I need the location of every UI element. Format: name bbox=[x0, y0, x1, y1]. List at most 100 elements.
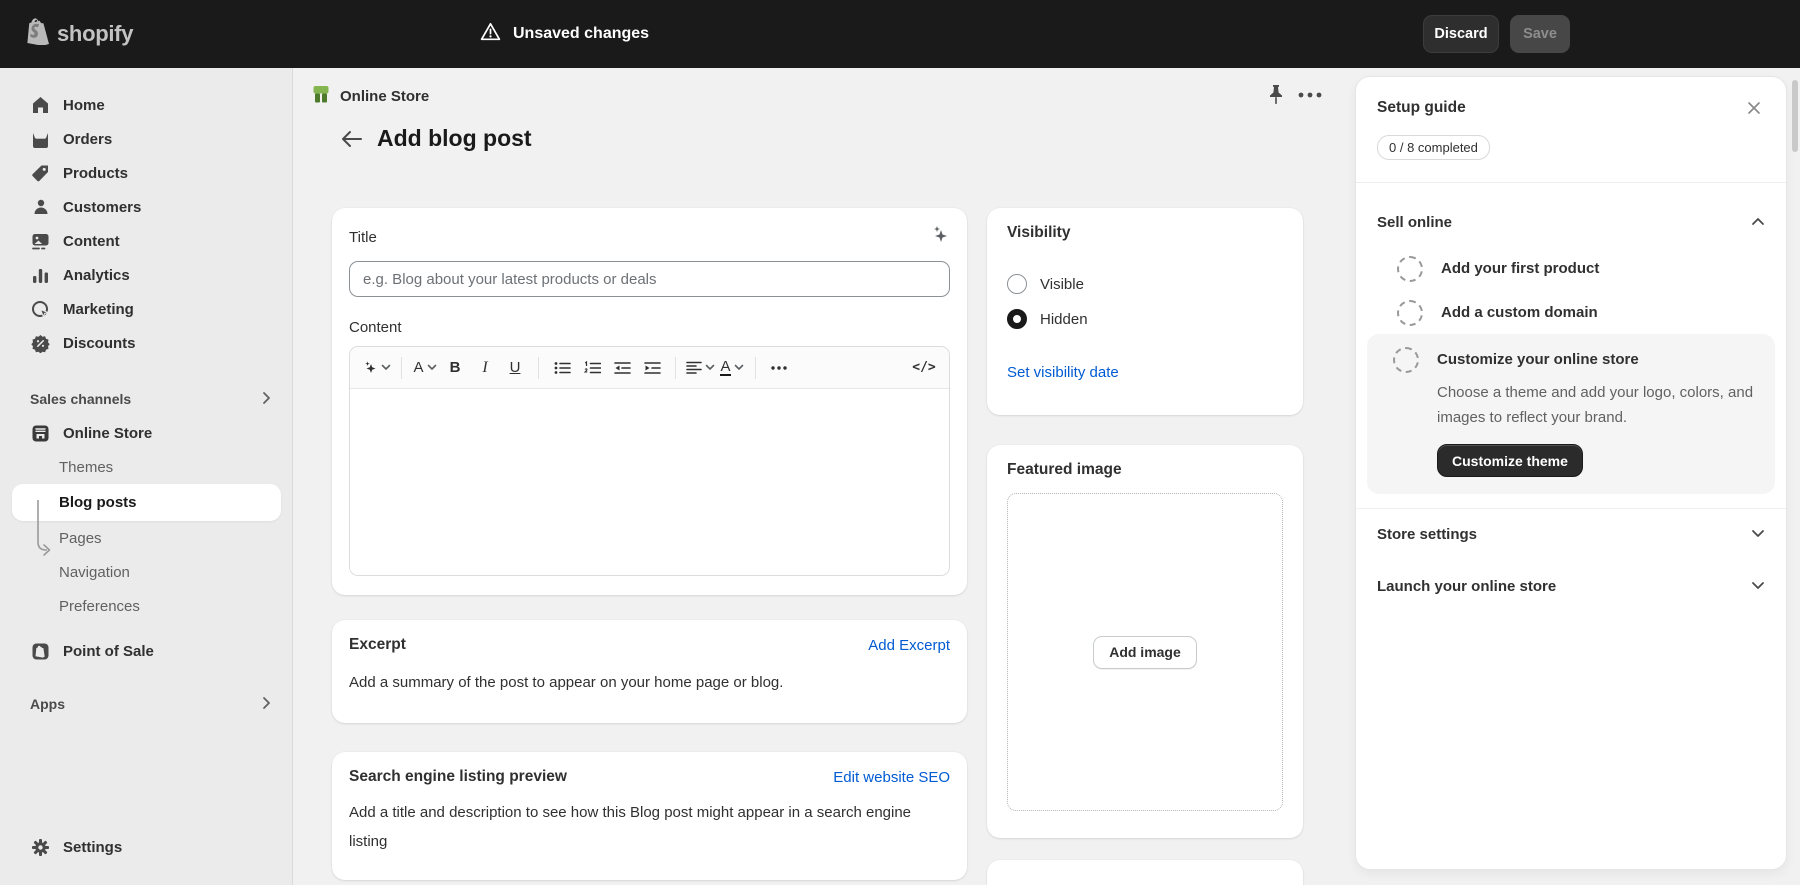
radio-unchecked-icon bbox=[1007, 274, 1027, 294]
sales-channels-header[interactable]: Sales channels bbox=[12, 388, 281, 410]
storefront-icon bbox=[30, 423, 51, 444]
store-settings-section-header[interactable]: Store settings bbox=[1377, 525, 1765, 543]
topbar: shopify Unsaved changes Discard Save bbox=[0, 0, 1800, 68]
sell-online-section-header[interactable]: Sell online bbox=[1377, 213, 1765, 231]
sidebar-item-customers[interactable]: Customers bbox=[12, 190, 281, 224]
task-customize-online-store[interactable]: Customize your online store bbox=[1383, 347, 1759, 373]
discard-button[interactable]: Discard bbox=[1423, 15, 1499, 53]
chevron-down-icon bbox=[1751, 577, 1765, 595]
sidebar-item-products[interactable]: Products bbox=[12, 156, 281, 190]
target-cursor-icon bbox=[30, 299, 51, 320]
chevron-up-icon bbox=[1751, 213, 1765, 231]
task-add-first-product[interactable]: Add your first product bbox=[1377, 256, 1765, 282]
person-icon bbox=[30, 197, 51, 218]
close-icon[interactable] bbox=[1743, 97, 1765, 119]
underline-button[interactable]: U bbox=[502, 354, 528, 382]
task-add-custom-domain[interactable]: Add a custom domain bbox=[1377, 300, 1765, 326]
sidebar-item-marketing[interactable]: Marketing bbox=[12, 292, 281, 326]
partial-card bbox=[987, 860, 1303, 885]
toolbar-separator bbox=[401, 357, 402, 379]
pin-icon[interactable] bbox=[1264, 82, 1288, 108]
unsaved-changes-banner: Unsaved changes bbox=[480, 22, 649, 46]
numbered-list-button[interactable] bbox=[579, 354, 605, 382]
back-arrow-icon[interactable] bbox=[341, 130, 363, 148]
outdent-button[interactable] bbox=[609, 354, 635, 382]
customize-theme-button[interactable]: Customize theme bbox=[1437, 444, 1583, 477]
sidebar-item-point-of-sale[interactable]: Point of Sale bbox=[12, 634, 281, 668]
chevron-down-icon bbox=[1751, 525, 1765, 543]
launch-store-section-header[interactable]: Launch your online store bbox=[1377, 577, 1765, 595]
excerpt-title: Excerpt bbox=[349, 636, 406, 654]
edit-website-seo-link[interactable]: Edit website SEO bbox=[833, 769, 950, 786]
sidebar-subitem-pages[interactable]: Pages bbox=[12, 521, 281, 555]
breadcrumb[interactable]: Online Store bbox=[311, 84, 429, 108]
content-editor-area[interactable] bbox=[350, 389, 949, 575]
sidebar-subitem-blog-posts[interactable]: Blog posts bbox=[12, 484, 281, 521]
gear-icon bbox=[30, 837, 51, 858]
text-color-button[interactable]: A bbox=[719, 354, 745, 382]
progress-badge: 0 / 8 completed bbox=[1377, 135, 1490, 160]
italic-button[interactable]: I bbox=[472, 354, 498, 382]
bold-button[interactable]: B bbox=[442, 354, 468, 382]
shopify-logo[interactable]: shopify bbox=[25, 18, 133, 50]
save-button[interactable]: Save bbox=[1510, 15, 1570, 53]
discount-badge-icon bbox=[30, 333, 51, 354]
visibility-card: Visibility Visible Hidden Set visibility… bbox=[987, 208, 1303, 415]
indent-button[interactable] bbox=[639, 354, 665, 382]
toolbar-separator bbox=[538, 357, 539, 379]
code-view-button[interactable]: </> bbox=[911, 354, 937, 382]
excerpt-description: Add a summary of the post to appear on y… bbox=[349, 668, 950, 697]
home-icon bbox=[30, 95, 51, 116]
sidebar-item-orders[interactable]: Orders bbox=[12, 122, 281, 156]
sidebar-item-content[interactable]: Content bbox=[12, 224, 281, 258]
ai-sparkle-icon[interactable] bbox=[929, 224, 950, 250]
text-style-button[interactable]: A bbox=[412, 354, 438, 382]
set-visibility-date-link[interactable]: Set visibility date bbox=[1007, 364, 1119, 381]
sidebar-subitem-preferences[interactable]: Preferences bbox=[12, 589, 281, 623]
divider bbox=[1356, 182, 1786, 183]
visibility-visible-option[interactable]: Visible bbox=[1007, 272, 1283, 296]
task-incomplete-icon bbox=[1393, 347, 1419, 373]
toolbar-separator bbox=[675, 357, 676, 379]
sidebar-item-settings[interactable]: Settings bbox=[12, 830, 281, 864]
editor-toolbar: A B I U bbox=[350, 347, 949, 389]
setup-guide-title: Setup guide bbox=[1377, 99, 1466, 117]
radio-checked-icon bbox=[1007, 309, 1027, 329]
sidebar-item-online-store[interactable]: Online Store bbox=[12, 416, 281, 450]
more-formatting-icon[interactable] bbox=[766, 354, 792, 382]
apps-header[interactable]: Apps bbox=[12, 693, 281, 715]
shopify-wordmark: shopify bbox=[57, 21, 133, 47]
seo-description: Add a title and description to see how t… bbox=[349, 798, 919, 856]
breadcrumb-label: Online Store bbox=[340, 88, 429, 105]
sidebar-item-analytics[interactable]: Analytics bbox=[12, 258, 281, 292]
scrollbar-thumb[interactable] bbox=[1792, 80, 1798, 152]
title-field-label: Title bbox=[349, 229, 377, 246]
sidebar-subitem-themes[interactable]: Themes bbox=[12, 450, 281, 484]
alignment-button[interactable] bbox=[686, 354, 715, 382]
task-customize-store-expanded: Customize your online store Choose a the… bbox=[1367, 334, 1775, 494]
content-field-label: Content bbox=[349, 319, 950, 336]
add-image-button[interactable]: Add image bbox=[1093, 636, 1197, 669]
point-of-sale-icon bbox=[30, 641, 51, 662]
title-content-card: Title Content A B I U bbox=[332, 208, 967, 595]
tag-icon bbox=[30, 163, 51, 184]
ai-assist-button[interactable] bbox=[362, 354, 391, 382]
featured-image-dropzone[interactable]: Add image bbox=[1007, 493, 1283, 811]
visibility-hidden-option[interactable]: Hidden bbox=[1007, 307, 1283, 331]
shopify-bag-icon bbox=[25, 18, 49, 50]
chevron-right-icon bbox=[262, 391, 271, 408]
sidebar: Home Orders Products Customers Content A bbox=[0, 68, 293, 885]
sidebar-item-home[interactable]: Home bbox=[12, 88, 281, 122]
blog-title-input[interactable] bbox=[349, 261, 950, 297]
more-actions-icon[interactable] bbox=[1296, 86, 1324, 104]
seo-card: Search engine listing preview Edit websi… bbox=[332, 752, 967, 880]
add-excerpt-link[interactable]: Add Excerpt bbox=[868, 637, 950, 654]
sidebar-nav: Home Orders Products Customers Content A bbox=[12, 88, 281, 715]
toolbar-separator bbox=[755, 357, 756, 379]
bulleted-list-button[interactable] bbox=[549, 354, 575, 382]
save-bar-actions: Discard Save bbox=[1423, 15, 1570, 53]
sidebar-subitem-navigation[interactable]: Navigation bbox=[12, 555, 281, 589]
setup-guide-panel: Setup guide 0 / 8 completed Sell online … bbox=[1355, 76, 1787, 870]
sidebar-item-discounts[interactable]: Discounts bbox=[12, 326, 281, 360]
warning-icon bbox=[480, 22, 501, 46]
